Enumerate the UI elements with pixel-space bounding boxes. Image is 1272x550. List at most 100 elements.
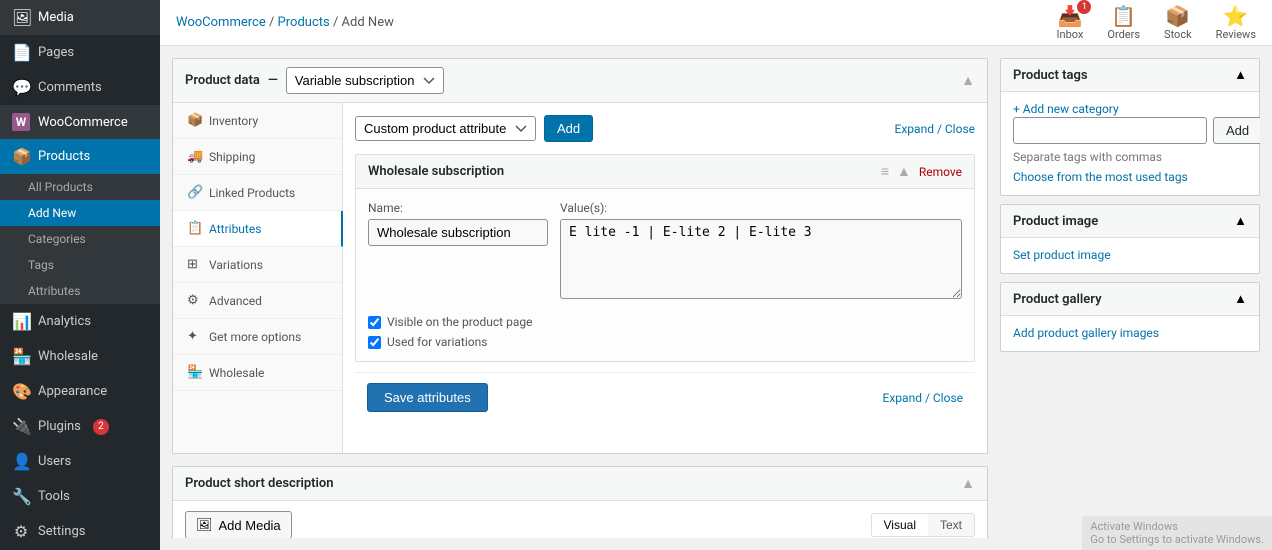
windows-activate-line1: Activate Windows	[1090, 520, 1260, 533]
users-icon: 👤	[12, 452, 30, 471]
sidebar-item-all-products[interactable]: All Products	[0, 174, 160, 200]
product-gallery-header[interactable]: Product gallery ▲	[1001, 283, 1259, 316]
sidebar-item-settings[interactable]: ⚙ Settings	[0, 514, 160, 549]
sort-icon[interactable]: ▲	[897, 163, 911, 180]
sidebar-item-users[interactable]: 👤 Users	[0, 444, 160, 479]
product-image-title: Product image	[1013, 214, 1098, 229]
sidebar: 🖼 Media 📄 Pages 💬 Comments W WooCommerce…	[0, 0, 160, 550]
short-desc-body: 🖼 Add Media Visual Text Paragraph B	[173, 501, 987, 538]
stock-icon: 📦	[1165, 4, 1190, 28]
product-tags-body: + Add new category Add Separate tags wit…	[1001, 92, 1259, 195]
add-attribute-button[interactable]: Add	[544, 115, 593, 142]
tab-linked-products[interactable]: 🔗 Linked Products	[173, 175, 342, 211]
collapse-icon[interactable]: ▲	[961, 72, 975, 89]
product-tags-header[interactable]: Product tags ▲	[1001, 59, 1259, 92]
variations-checkbox-label[interactable]: Used for variations	[368, 335, 962, 349]
sidebar-item-attributes[interactable]: Attributes	[0, 278, 160, 304]
tab-get-more-options[interactable]: ✦ Get more options	[173, 319, 342, 355]
custom-attribute-select[interactable]: Custom product attribute	[355, 116, 536, 141]
add-new-category-link[interactable]: + Add new category	[1013, 102, 1119, 116]
visible-checkbox-label[interactable]: Visible on the product page	[368, 315, 962, 329]
sidebar-item-analytics[interactable]: 📊 Analytics	[0, 304, 160, 339]
visible-checkbox[interactable]	[368, 316, 381, 329]
expand-close-top[interactable]: Expand / Close	[895, 122, 975, 136]
short-desc-panel-header[interactable]: Product short description ▲	[173, 467, 987, 501]
wholesale-icon: 🏪	[12, 347, 30, 366]
analytics-label: Analytics	[38, 314, 91, 329]
plugins-badge: 2	[93, 419, 109, 435]
plugins-icon: 🔌	[12, 417, 30, 436]
topbar-orders[interactable]: 📋 Orders	[1107, 4, 1140, 41]
windows-activate-line2: Go to Settings to activate Windows.	[1090, 533, 1260, 538]
attr-name-input[interactable]	[368, 219, 548, 246]
remove-attribute-link[interactable]: Remove	[919, 165, 962, 179]
attr-values-label: Value(s):	[560, 201, 962, 215]
set-product-image-link[interactable]: Set product image	[1013, 248, 1111, 262]
tags-input[interactable]	[1013, 117, 1207, 144]
product-tabs: 📦 Inventory 🚚 Shipping 🔗 Linked Products	[173, 103, 343, 453]
product-image-header[interactable]: Product image ▲	[1001, 205, 1259, 238]
product-tags-collapse-icon: ▲	[1234, 67, 1247, 83]
tags-label: Tags	[28, 258, 54, 272]
all-products-label: All Products	[28, 180, 93, 194]
choose-tags-link[interactable]: Choose from the most used tags	[1013, 170, 1188, 184]
products-submenu: All Products Add New Categories Tags Att…	[0, 174, 160, 304]
product-image-panel: Product image ▲ Set product image	[1000, 204, 1260, 274]
tab-inventory[interactable]: 📦 Inventory	[173, 103, 342, 139]
sidebar-item-appearance[interactable]: 🎨 Appearance	[0, 374, 160, 409]
sidebar-item-tags[interactable]: Tags	[0, 252, 160, 278]
wholesale-tab-icon: 🏪	[187, 365, 201, 380]
product-tags-title: Product tags	[1013, 68, 1088, 83]
add-media-button[interactable]: 🖼 Add Media	[185, 511, 292, 538]
media-icon: 🖼	[12, 8, 30, 27]
expand-close-bottom[interactable]: Expand / Close	[883, 391, 963, 405]
tab-variations[interactable]: ⊞ Variations	[173, 247, 342, 283]
sidebar-item-plugins[interactable]: 🔌 Plugins 2	[0, 409, 160, 444]
breadcrumb-products[interactable]: Products	[278, 15, 330, 30]
linked-tab-icon: 🔗	[187, 185, 201, 200]
products-icon: 📦	[12, 147, 30, 166]
product-type-select[interactable]: Variable subscription	[286, 67, 444, 94]
add-tag-button[interactable]: Add	[1213, 117, 1260, 144]
text-tab[interactable]: Text	[928, 514, 974, 536]
attr-values-textarea[interactable]: E lite -1 | E-lite 2 | E-lite 3	[560, 219, 962, 299]
inbox-badge: 1	[1077, 0, 1091, 14]
attr-item-actions: ≡ ▲ Remove	[881, 163, 962, 180]
variations-checkbox-text: Used for variations	[387, 335, 487, 349]
sidebar-item-comments[interactable]: 💬 Comments	[0, 70, 160, 105]
tab-attributes[interactable]: 📋 Attributes	[173, 211, 343, 247]
analytics-icon: 📊	[12, 312, 30, 331]
sidebar-item-pages[interactable]: 📄 Pages	[0, 35, 160, 70]
plugins-label: Plugins	[38, 419, 81, 434]
topbar-stock[interactable]: 📦 Stock	[1164, 4, 1192, 41]
tab-shipping[interactable]: 🚚 Shipping	[173, 139, 342, 175]
save-attributes-button[interactable]: Save attributes	[367, 383, 488, 412]
sidebar-item-media[interactable]: 🖼 Media	[0, 0, 160, 35]
sidebar-item-categories[interactable]: Categories	[0, 226, 160, 252]
visual-tab[interactable]: Visual	[872, 514, 928, 536]
tab-advanced[interactable]: ⚙ Advanced	[173, 283, 342, 319]
tab-wholesale-label: Wholesale	[209, 366, 264, 380]
inventory-tab-icon: 📦	[187, 113, 201, 128]
sidebar-item-woocommerce[interactable]: W WooCommerce	[0, 105, 160, 139]
sidebar-item-products[interactable]: 📦 Products	[0, 139, 160, 174]
drag-handle-icon[interactable]: ≡	[881, 163, 889, 180]
attr-item-header: Wholesale subscription ≡ ▲ Remove	[356, 155, 974, 189]
sidebar-item-add-new[interactable]: Add New	[0, 200, 160, 226]
topbar-reviews[interactable]: ⭐ Reviews	[1216, 4, 1256, 41]
tab-advanced-label: Advanced	[209, 294, 262, 308]
sidebar-item-tools[interactable]: 🔧 Tools	[0, 479, 160, 514]
sidebar-item-wholesale[interactable]: 🏪 Wholesale	[0, 339, 160, 374]
tab-wholesale[interactable]: 🏪 Wholesale	[173, 355, 342, 391]
inbox-label: Inbox	[1057, 28, 1084, 41]
variations-checkbox[interactable]	[368, 336, 381, 349]
product-data-panel-header[interactable]: Product data — Variable subscription ▲	[173, 59, 987, 103]
short-desc-collapse-icon[interactable]: ▲	[961, 475, 975, 492]
breadcrumb-woocommerce[interactable]: WooCommerce	[176, 15, 266, 30]
add-product-gallery-images-link[interactable]: Add product gallery images	[1013, 326, 1159, 340]
sidebar-label-media: Media	[38, 10, 74, 25]
advanced-tab-icon: ⚙	[187, 293, 201, 308]
tab-variations-label: Variations	[209, 258, 263, 272]
panel-header-left: Product data — Variable subscription	[185, 67, 444, 94]
topbar-inbox[interactable]: 📥 1 Inbox	[1057, 4, 1084, 41]
